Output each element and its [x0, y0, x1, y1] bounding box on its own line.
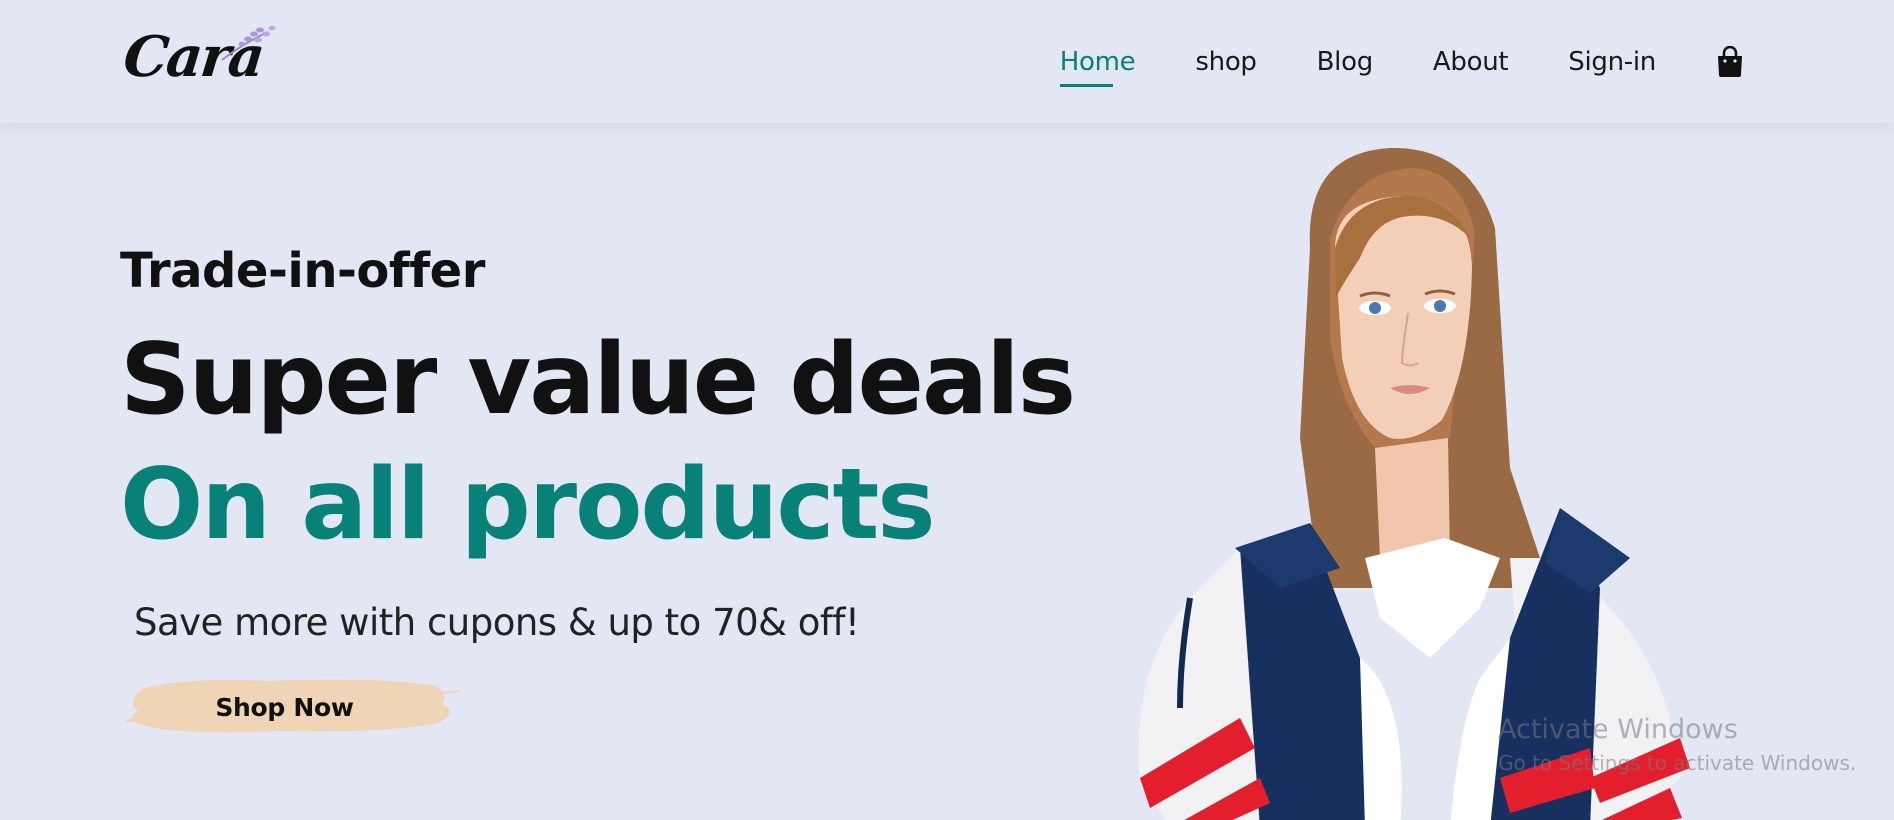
lavender-sprig-icon: [221, 25, 276, 61]
nav-about[interactable]: About: [1433, 47, 1509, 77]
logo[interactable]: Cara: [120, 22, 280, 92]
hero-description: Save more with cupons & up to 70& off!: [134, 601, 860, 644]
hero-kicker: Trade-in-offer: [120, 243, 485, 299]
hero-title: Super value deals: [120, 323, 1076, 437]
nav-sign-in[interactable]: Sign-in: [1568, 47, 1656, 77]
main-navigation: Home shop Blog About Sign-in: [1000, 0, 1744, 123]
site-header: Cara Home shop Blog About Sign-in: [0, 0, 1894, 123]
activate-windows-watermark: Activate Windows Go to Settings to activ…: [1498, 714, 1856, 775]
nav-shop[interactable]: shop: [1195, 47, 1257, 77]
watermark-title: Activate Windows: [1498, 714, 1738, 745]
nav-home[interactable]: Home: [1059, 47, 1136, 87]
shopping-bag-icon[interactable]: [1716, 45, 1744, 78]
hero-subtitle: On all products: [120, 448, 936, 562]
nav-blog[interactable]: Blog: [1317, 47, 1374, 77]
watermark-subtitle: Go to Settings to activate Windows.: [1498, 751, 1857, 775]
shop-now-label: Shop Now: [215, 692, 354, 722]
shop-now-button[interactable]: Shop Now: [120, 671, 465, 743]
